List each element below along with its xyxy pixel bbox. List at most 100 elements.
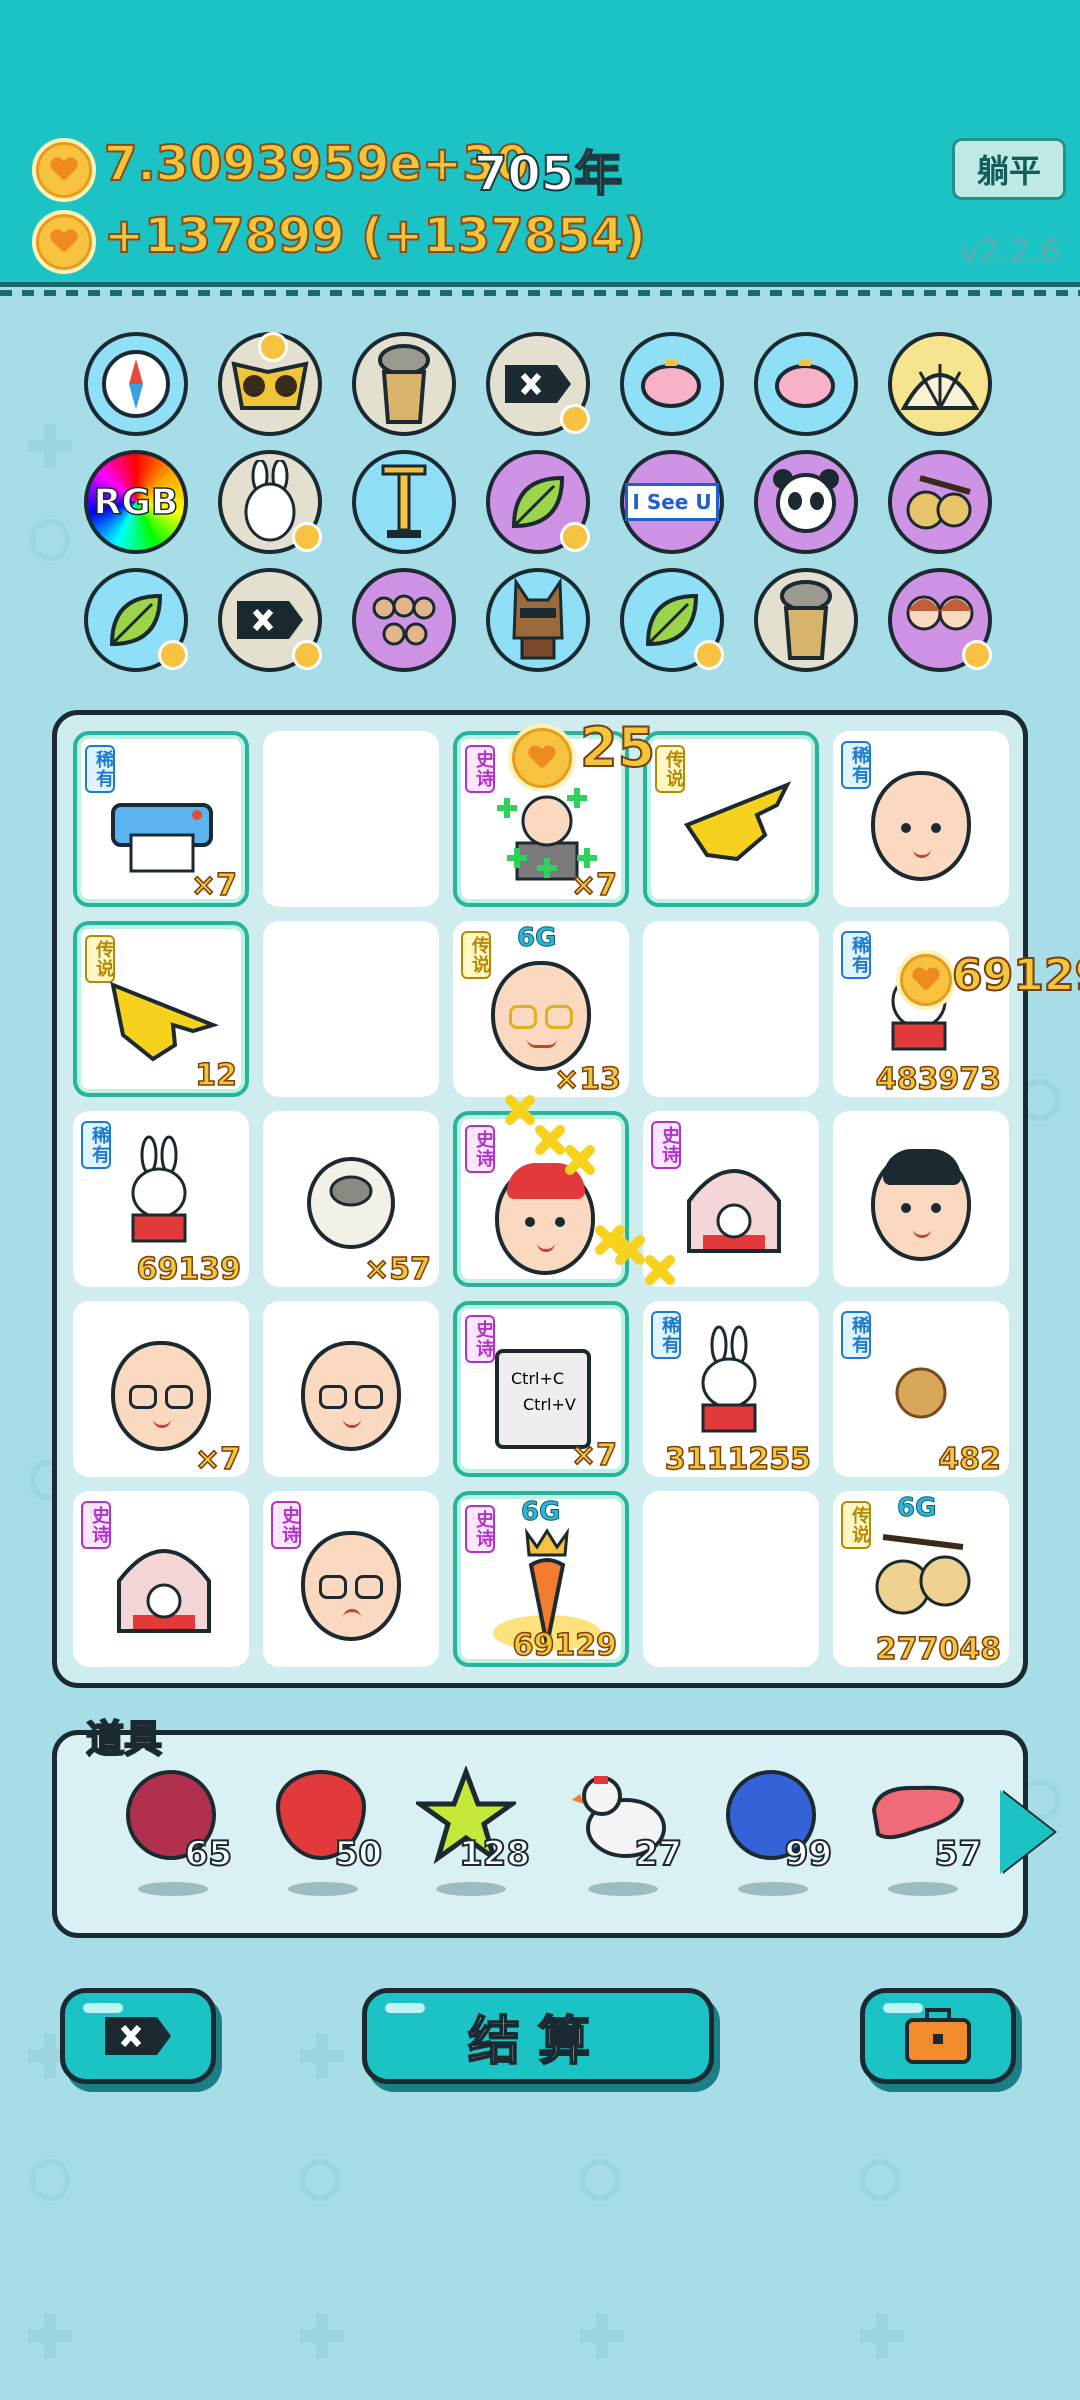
- cell-count: 12: [195, 1057, 238, 1094]
- version-label: v2.2.6: [960, 232, 1061, 270]
- cell-count: ×7: [570, 867, 618, 904]
- cell-count: ×7: [190, 867, 238, 904]
- coin-badge-icon: [560, 404, 590, 434]
- board-cell-empty[interactable]: [263, 731, 439, 907]
- milk-tea-icon[interactable]: [352, 332, 456, 436]
- board-cell-copy-paste[interactable]: 史诗 Ctrl+C Ctrl+V ×7: [453, 1301, 629, 1477]
- item-star[interactable]: 128: [414, 1766, 534, 1900]
- coin-badge-icon: [292, 522, 322, 552]
- item-quantity: 27: [634, 1833, 683, 1875]
- piggy-bank-icon[interactable]: [754, 332, 858, 436]
- item-duck[interactable]: 27: [566, 1770, 686, 1900]
- item-strawberry[interactable]: 50: [266, 1770, 386, 1900]
- rarity-tag: 稀有: [841, 741, 871, 789]
- rabbit-red-icon: [131, 1135, 187, 1243]
- board-cell-empty[interactable]: [643, 1491, 819, 1667]
- coin-badge-icon: [158, 640, 188, 670]
- compass-icon[interactable]: [84, 332, 188, 436]
- delete-tag-icon[interactable]: [486, 332, 590, 436]
- board-cell-sheep[interactable]: ×57: [263, 1111, 439, 1288]
- old-man-icon: [111, 1341, 211, 1451]
- coin-badge-icon: [694, 640, 724, 670]
- board-cell-carrot-crown[interactable]: 史诗 6G 69129: [453, 1491, 629, 1667]
- top-status-bar: 7.3093959e+30 705年 +137899 (+137854) 躺平 …: [0, 0, 1080, 296]
- rabbit-red-icon: [701, 1325, 757, 1433]
- cell-count: 277048: [875, 1631, 1002, 1668]
- item-quantity: 65: [184, 1833, 233, 1875]
- cell-count: 69129: [512, 1627, 618, 1664]
- item-lychee[interactable]: 65: [116, 1770, 236, 1900]
- board-cell-old-man[interactable]: [263, 1301, 439, 1477]
- item-quantity: 99: [784, 1833, 833, 1875]
- board-cell-longan[interactable]: 稀有 482: [833, 1301, 1009, 1478]
- board-cell-rabbit[interactable]: 稀有 3111255: [643, 1301, 819, 1478]
- bald-man-icon: [871, 771, 971, 881]
- panda-icon[interactable]: [754, 450, 858, 554]
- man-icon: [871, 1149, 971, 1261]
- item-liver[interactable]: 57: [866, 1770, 986, 1900]
- board-cell-bald-man[interactable]: 稀有: [833, 731, 1009, 907]
- cell-count: 3111255: [664, 1441, 812, 1478]
- score-total: 7.3093959e+30: [103, 135, 530, 193]
- cell-count: ×57: [363, 1251, 431, 1288]
- board-cell-rabbit-house[interactable]: 史诗: [73, 1491, 249, 1667]
- board-cell-sad-old-man[interactable]: 史诗: [263, 1491, 439, 1667]
- settle-button[interactable]: 结算: [362, 1988, 714, 2084]
- longan-icon: [875, 1534, 971, 1615]
- rgb-icon[interactable]: RGB: [84, 450, 188, 554]
- girls-icon[interactable]: [888, 568, 992, 672]
- rabbit-house-icon: [117, 1549, 211, 1633]
- rarity-tag: 稀有: [841, 1311, 871, 1359]
- meerkats-icon[interactable]: [352, 568, 456, 672]
- owl-glasses-icon[interactable]: [218, 332, 322, 436]
- coin-icon: [896, 950, 956, 1010]
- board-cell-pointing-hand[interactable]: 传说 12: [73, 921, 249, 1097]
- board-cell-rabbit[interactable]: 稀有 69139: [73, 1111, 249, 1288]
- items-title: 道具: [85, 1716, 163, 1762]
- coin-badge-icon: [560, 522, 590, 552]
- board-cell-man[interactable]: [833, 1111, 1009, 1287]
- item-blueberry[interactable]: 99: [716, 1770, 836, 1900]
- longan-icon: [895, 1367, 947, 1419]
- income-rate: +137899 (+137854): [103, 207, 647, 265]
- shell-icon[interactable]: [888, 332, 992, 436]
- coin-badge-icon: [258, 332, 288, 362]
- i-see-u-icon[interactable]: I See U: [620, 450, 724, 554]
- board-cell-pointing-hand[interactable]: 传说: [643, 731, 819, 907]
- next-arrow-icon[interactable]: [1000, 1790, 1054, 1874]
- rarity-tag: 稀有: [651, 1311, 681, 1359]
- rarity-tag: 史诗: [81, 1501, 111, 1549]
- piggy-bank-icon[interactable]: [620, 332, 724, 436]
- coin-badge-icon: [962, 640, 992, 670]
- coin-badge-icon: [292, 640, 322, 670]
- leaf-icon[interactable]: [84, 568, 188, 672]
- tangping-button[interactable]: 躺平: [952, 138, 1066, 200]
- board-cell-bald-glasses-man[interactable]: 传说 6G ×13: [453, 921, 629, 1098]
- delete-button[interactable]: [60, 1988, 216, 2084]
- bald-glasses-man-icon: [491, 961, 591, 1071]
- board-cell-empty[interactable]: [643, 921, 819, 1097]
- longan-icon[interactable]: [888, 450, 992, 554]
- board-cell-printer[interactable]: 稀有 ×7: [73, 731, 249, 907]
- board-cell-empty[interactable]: [263, 921, 439, 1097]
- cell-count: 69139: [136, 1251, 242, 1288]
- coin-icon: [32, 138, 96, 202]
- cell-count: 482: [938, 1441, 1002, 1478]
- milk-tea-icon[interactable]: [754, 568, 858, 672]
- settle-label: 结算: [467, 2011, 608, 2073]
- earning-floater: 25: [579, 715, 656, 780]
- coin-icon: [508, 724, 576, 792]
- dog-sunglasses-icon[interactable]: [486, 568, 590, 672]
- leaf-icon[interactable]: [486, 450, 590, 554]
- board-cell-old-man[interactable]: ×7: [73, 1301, 249, 1478]
- backpack-button[interactable]: [860, 1988, 1016, 2084]
- pump-icon[interactable]: [352, 450, 456, 554]
- leaf-icon[interactable]: [620, 568, 724, 672]
- paste-text: Ctrl+V: [523, 1395, 576, 1414]
- rabbit-icon[interactable]: [218, 450, 322, 554]
- briefcase-icon: [905, 2008, 971, 2064]
- delete-tag-icon[interactable]: [218, 568, 322, 672]
- rarity-tag: 史诗: [271, 1501, 301, 1549]
- board-cell-longan[interactable]: 传说 6G 277048: [833, 1491, 1009, 1668]
- rarity-tag: 史诗: [465, 1315, 495, 1363]
